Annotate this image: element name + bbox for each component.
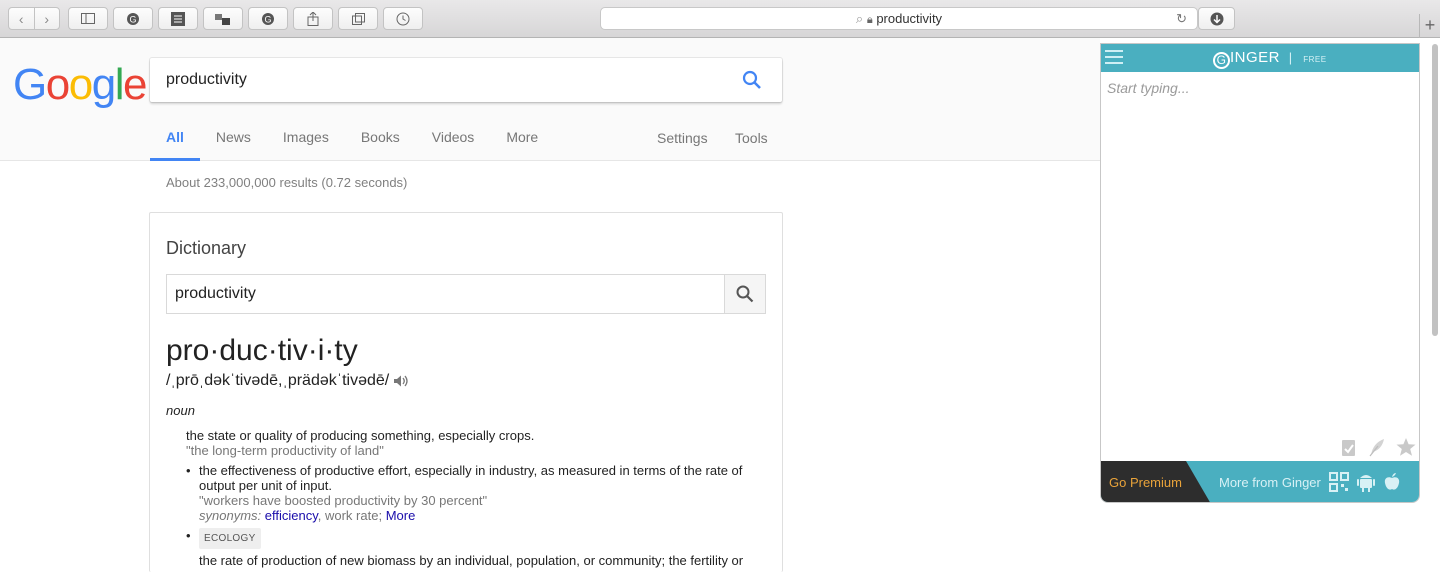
downloads-button[interactable]: [1198, 7, 1235, 30]
example-1: "the long-term productivity of land": [186, 443, 384, 458]
dictionary-search-input[interactable]: [175, 275, 715, 313]
ginger-icon: G: [262, 12, 274, 25]
share-icon: [307, 11, 319, 26]
logo-letter: e: [122, 60, 147, 109]
ginger-logo-text: INGER: [1230, 49, 1281, 66]
layers-icon: [171, 11, 185, 26]
browser-toolbar: ‹ › G G ⌕ 🔒︎ productivity ↻ +: [0, 0, 1440, 38]
reload-icon[interactable]: ↻: [1176, 11, 1187, 27]
ginger-logo: G INGER | FREE: [1213, 49, 1327, 69]
logo-letter: l: [114, 60, 125, 109]
ginger-extension-button[interactable]: G: [248, 7, 288, 30]
logo-letter: o: [68, 60, 93, 109]
menu-icon[interactable]: [1105, 50, 1123, 68]
history-button[interactable]: [383, 7, 423, 30]
speaker-icon[interactable]: [393, 374, 409, 388]
nav-buttons: ‹ ›: [8, 7, 60, 30]
sidebar-icon: [81, 13, 95, 24]
address-bar[interactable]: ⌕ 🔒︎ productivity ↻: [600, 7, 1198, 30]
qr-code-icon[interactable]: [1329, 472, 1349, 492]
phonetic-text: /ˌprōˌdəkˈtivədē,ˌprädəkˈtivədē/: [166, 372, 390, 389]
dictionary-title: Dictionary: [166, 238, 247, 258]
definition-1: the state or quality of producing someth…: [186, 428, 535, 443]
tab-more[interactable]: More: [490, 130, 554, 161]
tab-news[interactable]: News: [200, 130, 267, 161]
search-icon: [736, 285, 754, 303]
lock-icon: 🔒︎: [866, 14, 873, 26]
tab-settings[interactable]: Settings: [657, 130, 708, 146]
tabs-icon: [351, 12, 365, 25]
share-button[interactable]: [293, 7, 333, 30]
divider: |: [1288, 50, 1293, 65]
forward-icon[interactable]: ›: [35, 8, 60, 29]
grammarly-icon: G: [127, 12, 139, 25]
dictionary-search-button[interactable]: [724, 275, 765, 313]
download-icon: [1210, 12, 1223, 25]
definition-3-item: ECOLOGY the rate of production of new bi…: [186, 528, 766, 568]
star-icon[interactable]: [1395, 437, 1417, 457]
google-header: Google All News Images Books Videos More…: [0, 38, 1100, 161]
ginger-header: G INGER | FREE: [1101, 44, 1419, 72]
google-logo[interactable]: Google: [13, 60, 147, 110]
definition-2-item: the effectiveness of productive effort, …: [186, 463, 766, 523]
search-input[interactable]: [166, 58, 726, 102]
result-stats: About 233,000,000 results (0.72 seconds): [166, 175, 408, 190]
tab-tools[interactable]: Tools: [735, 130, 768, 146]
ecology-badge: ECOLOGY: [199, 528, 261, 549]
page-scrollbar[interactable]: [1432, 44, 1438, 336]
more-from-ginger-link[interactable]: More from Ginger: [1219, 475, 1321, 490]
tabs-overview-button[interactable]: [338, 7, 378, 30]
go-premium-button[interactable]: Go Premium: [1101, 461, 1211, 502]
ginger-footer: Go Premium More from Ginger: [1101, 461, 1419, 502]
headword: pro·duc·tiv·i·ty: [166, 334, 358, 367]
blocks-icon: [215, 13, 230, 25]
apple-icon[interactable]: [1383, 472, 1401, 492]
logo-letter: o: [45, 60, 70, 109]
definitions: the state or quality of producing someth…: [186, 428, 766, 568]
tab-images[interactable]: Images: [267, 130, 345, 161]
synonyms: synonyms: efficiency, work rate; More: [199, 508, 766, 523]
sidebar-toggle-button[interactable]: [68, 7, 108, 30]
ginger-tool-icons: [1339, 437, 1417, 457]
synonyms-label: synonyms:: [199, 508, 262, 523]
tab-videos[interactable]: Videos: [416, 130, 491, 161]
logo-letter: G: [13, 60, 47, 109]
part-of-speech: noun: [166, 403, 195, 418]
pronunciation: /ˌprōˌdəkˈtivədē,ˌprädəkˈtivədē/: [166, 372, 409, 390]
back-icon[interactable]: ‹: [9, 8, 35, 29]
search-icon: ⌕: [855, 11, 864, 26]
go-premium-label: Go Premium: [1109, 475, 1182, 490]
android-icon[interactable]: [1357, 472, 1375, 492]
dictionary-card: Dictionary pro·duc·tiv·i·ty /ˌprōˌdəkˈti…: [149, 212, 783, 572]
svg-text:G: G: [264, 14, 271, 24]
ginger-plan: FREE: [1303, 55, 1327, 64]
tab-books[interactable]: Books: [345, 130, 416, 161]
new-tab-button[interactable]: +: [1419, 14, 1440, 38]
ginger-panel: G INGER | FREE Start typing... Go Premium…: [1100, 43, 1420, 503]
buffer-extension-button[interactable]: [158, 7, 198, 30]
search-icon[interactable]: [742, 70, 762, 90]
dictionary-search: [166, 274, 766, 314]
synonym-link-efficiency[interactable]: efficiency: [265, 508, 318, 523]
definition-3: the rate of production of new biomass by…: [199, 553, 744, 568]
synonyms-more-link[interactable]: More: [386, 508, 416, 523]
svg-text:G: G: [129, 14, 136, 24]
tab-all[interactable]: All: [150, 130, 200, 161]
url-text: productivity: [876, 11, 943, 26]
search-box: [150, 58, 782, 102]
example-2: "workers have boosted productivity by 30…: [199, 493, 488, 508]
definition-2: the effectiveness of productive effort, …: [199, 463, 743, 493]
clipboard-check-icon[interactable]: [1339, 437, 1359, 457]
synonym-rest: , work rate;: [317, 508, 383, 523]
logo-letter: g: [91, 60, 116, 109]
clock-icon: [396, 12, 410, 25]
ginger-logo-initial: G: [1213, 52, 1230, 69]
feather-icon[interactable]: [1367, 437, 1387, 457]
url-display: ⌕ 🔒︎ productivity: [601, 11, 1197, 27]
extension-button[interactable]: [203, 7, 243, 30]
grammarly-extension-button[interactable]: G: [113, 7, 153, 30]
search-tabs: All News Images Books Videos More: [150, 130, 554, 161]
ginger-text-input[interactable]: Start typing...: [1107, 80, 1189, 96]
platform-icons: [1329, 472, 1401, 492]
